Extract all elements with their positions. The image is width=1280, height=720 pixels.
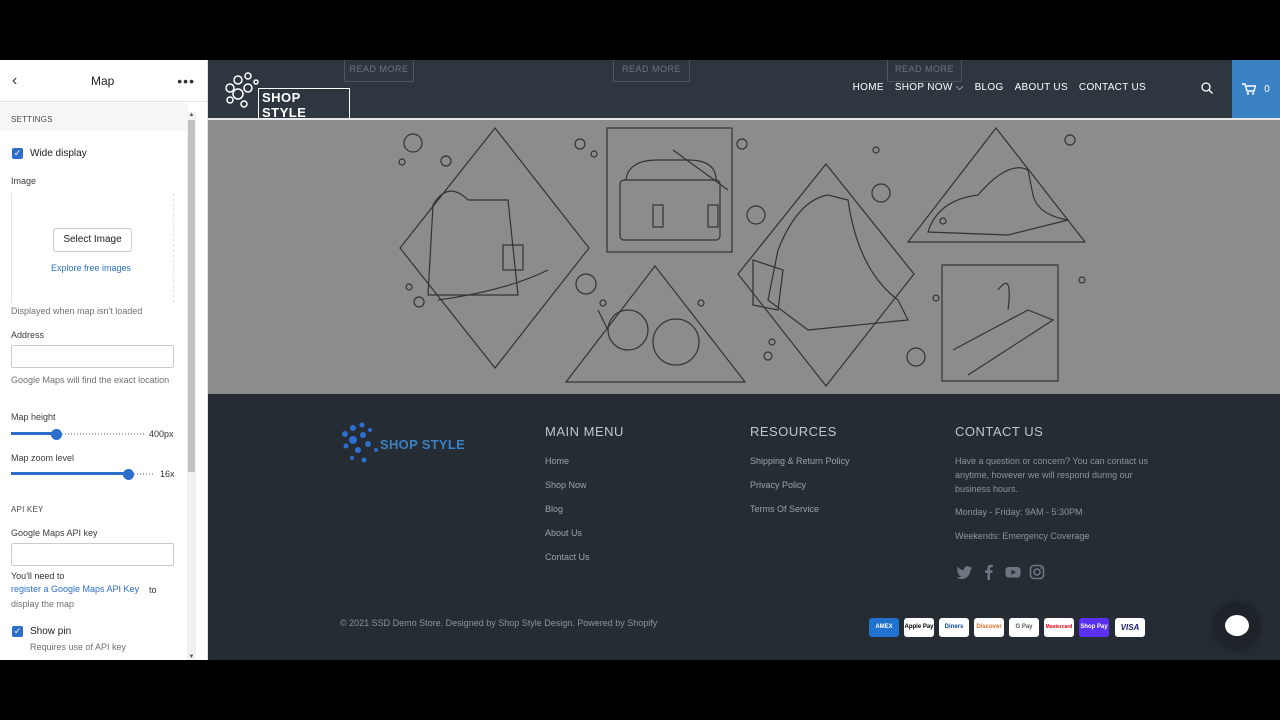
editor-frame: ‹ Map ••• SETTINGS ✓ Wide display Image … xyxy=(0,60,1280,660)
map-placeholder-image xyxy=(208,120,1280,394)
footer-logo-text: SHOP STYLE xyxy=(380,437,466,452)
show-pin-help: Requires use of API key xyxy=(30,642,127,652)
image-help-text: Displayed when map isn't loaded xyxy=(11,306,143,316)
scroll-up-icon[interactable]: ▲ xyxy=(188,112,195,118)
address-label: Address xyxy=(11,330,45,340)
footer-link-privacy[interactable]: Privacy Policy xyxy=(750,480,806,490)
address-input[interactable] xyxy=(11,345,174,368)
contact-us-title: CONTACT US xyxy=(955,424,1044,439)
chevron-down-icon: ⌵ xyxy=(955,82,964,93)
nav-shop-now[interactable]: SHOP NOW ⌵ xyxy=(895,82,964,93)
settings-panel: ‹ Map ••• SETTINGS ✓ Wide display Image … xyxy=(0,60,208,660)
wide-display-checkbox[interactable]: ✓ xyxy=(12,148,23,159)
site-header: READ MORE READ MORE READ MORE SHOP STYLE… xyxy=(208,60,1280,122)
visa-icon: VISA xyxy=(1115,618,1145,637)
zoom-level-slider[interactable] xyxy=(11,469,154,480)
business-hours: Monday - Friday: 9AM - 5:30PM xyxy=(955,507,1083,517)
explore-free-images-link[interactable]: Explore free images xyxy=(51,263,131,273)
footer-link-contact-us[interactable]: Contact Us xyxy=(545,552,590,562)
copyright-text: © 2021 SSD Demo Store. Designed by Shop … xyxy=(340,618,658,628)
more-options-icon[interactable]: ••• xyxy=(177,73,195,89)
site-logo[interactable]: SHOP STYLE xyxy=(222,68,350,122)
site-footer: SHOP STYLE MAIN MENU Home Shop Now Blog … xyxy=(208,394,1280,660)
zoom-level-value: 16x xyxy=(160,469,175,479)
mastercard-icon: Mastercard xyxy=(1044,618,1074,637)
footer-link-terms[interactable]: Terms Of Service xyxy=(750,504,819,514)
show-pin-checkbox[interactable]: ✓ xyxy=(12,626,23,637)
zoom-slider-knob[interactable] xyxy=(123,469,135,480)
cart-button[interactable]: 0 xyxy=(1232,60,1280,118)
read-more-button[interactable]: READ MORE xyxy=(344,60,414,82)
footer-link-home[interactable]: Home xyxy=(545,456,569,466)
nav-about-us[interactable]: ABOUT US xyxy=(1015,82,1068,93)
nav-contact-us[interactable]: CONTACT US xyxy=(1079,82,1146,93)
cart-icon xyxy=(1242,83,1257,95)
nav-home[interactable]: HOME xyxy=(853,82,884,93)
logo-dots-icon xyxy=(225,72,259,108)
api-help-prefix: You'll need to xyxy=(11,571,65,581)
api-help-to: to xyxy=(149,585,157,595)
image-label: Image xyxy=(11,176,37,186)
cart-count: 0 xyxy=(1264,83,1270,95)
panel-header: ‹ Map ••• xyxy=(0,60,207,102)
instagram-icon[interactable] xyxy=(1029,564,1045,580)
back-icon[interactable]: ‹ xyxy=(12,72,28,90)
api-key-label: Google Maps API key xyxy=(11,528,98,538)
store-preview: READ MORE READ MORE READ MORE SHOP STYLE… xyxy=(208,60,1280,660)
diners-club-icon: Diners xyxy=(939,618,969,637)
zoom-level-label: Map zoom level xyxy=(11,453,75,463)
nav-shop-now-label: SHOP NOW xyxy=(894,82,953,93)
settings-section-header: SETTINGS xyxy=(11,115,53,124)
search-icon[interactable] xyxy=(1200,81,1214,95)
main-menu-title: MAIN MENU xyxy=(545,424,624,439)
footer-link-shop-now[interactable]: Shop Now xyxy=(545,480,587,490)
main-nav: HOME SHOP NOW ⌵ BLOG ABOUT US CONTACT US xyxy=(853,82,1146,93)
twitter-icon[interactable] xyxy=(957,564,973,580)
youtube-icon[interactable] xyxy=(1005,564,1021,580)
map-illustration xyxy=(398,127,1087,387)
wide-display-label: Wide display xyxy=(30,148,87,159)
resources-title: RESOURCES xyxy=(750,424,837,439)
amex-icon: AMEX xyxy=(869,618,899,637)
panel-scrollbar[interactable]: ▲ ▼ xyxy=(187,112,196,660)
chat-widget-button[interactable] xyxy=(1215,604,1259,648)
google-pay-icon: G Pay xyxy=(1009,618,1039,637)
register-api-key-link[interactable]: register a Google Maps API Key xyxy=(11,584,139,594)
select-image-button[interactable]: Select Image xyxy=(53,228,132,252)
weekend-hours: Weekends: Emergency Coverage xyxy=(955,531,1090,541)
api-key-input[interactable] xyxy=(11,543,174,566)
apple-pay-icon: Apple Pay xyxy=(904,618,934,637)
scrollbar-thumb[interactable] xyxy=(188,120,195,472)
chat-bubble-icon xyxy=(1225,615,1249,636)
show-pin-label: Show pin xyxy=(30,626,72,637)
discover-icon: Discover xyxy=(974,618,1004,637)
panel-body: SETTINGS ✓ Wide display Image Select Ima… xyxy=(0,103,188,660)
map-height-slider[interactable] xyxy=(11,429,144,440)
map-height-slider-knob[interactable] xyxy=(51,429,63,440)
footer-link-blog[interactable]: Blog xyxy=(545,504,563,514)
footer-logo[interactable]: SHOP STYLE xyxy=(340,420,490,475)
read-more-button[interactable]: READ MORE xyxy=(887,60,962,82)
contact-text: Have a question or concern? You can cont… xyxy=(955,456,1149,494)
api-key-section-header: API KEY xyxy=(11,505,44,514)
panel-title: Map xyxy=(90,73,115,88)
read-more-button[interactable]: READ MORE xyxy=(613,60,690,82)
map-height-label: Map height xyxy=(11,412,56,422)
api-help-suffix: display the map xyxy=(11,599,75,609)
scroll-down-icon[interactable]: ▼ xyxy=(188,654,195,660)
footer-link-shipping[interactable]: Shipping & Return Policy xyxy=(750,456,850,466)
address-help-text: Google Maps will find the exact location xyxy=(11,375,170,385)
facebook-icon[interactable] xyxy=(981,564,997,580)
nav-blog[interactable]: BLOG xyxy=(975,82,1004,93)
map-height-value: 400px xyxy=(149,429,174,439)
shop-pay-icon: Shop Pay xyxy=(1079,618,1109,637)
logo-text: SHOP STYLE xyxy=(258,88,350,122)
footer-link-about-us[interactable]: About Us xyxy=(545,528,582,538)
